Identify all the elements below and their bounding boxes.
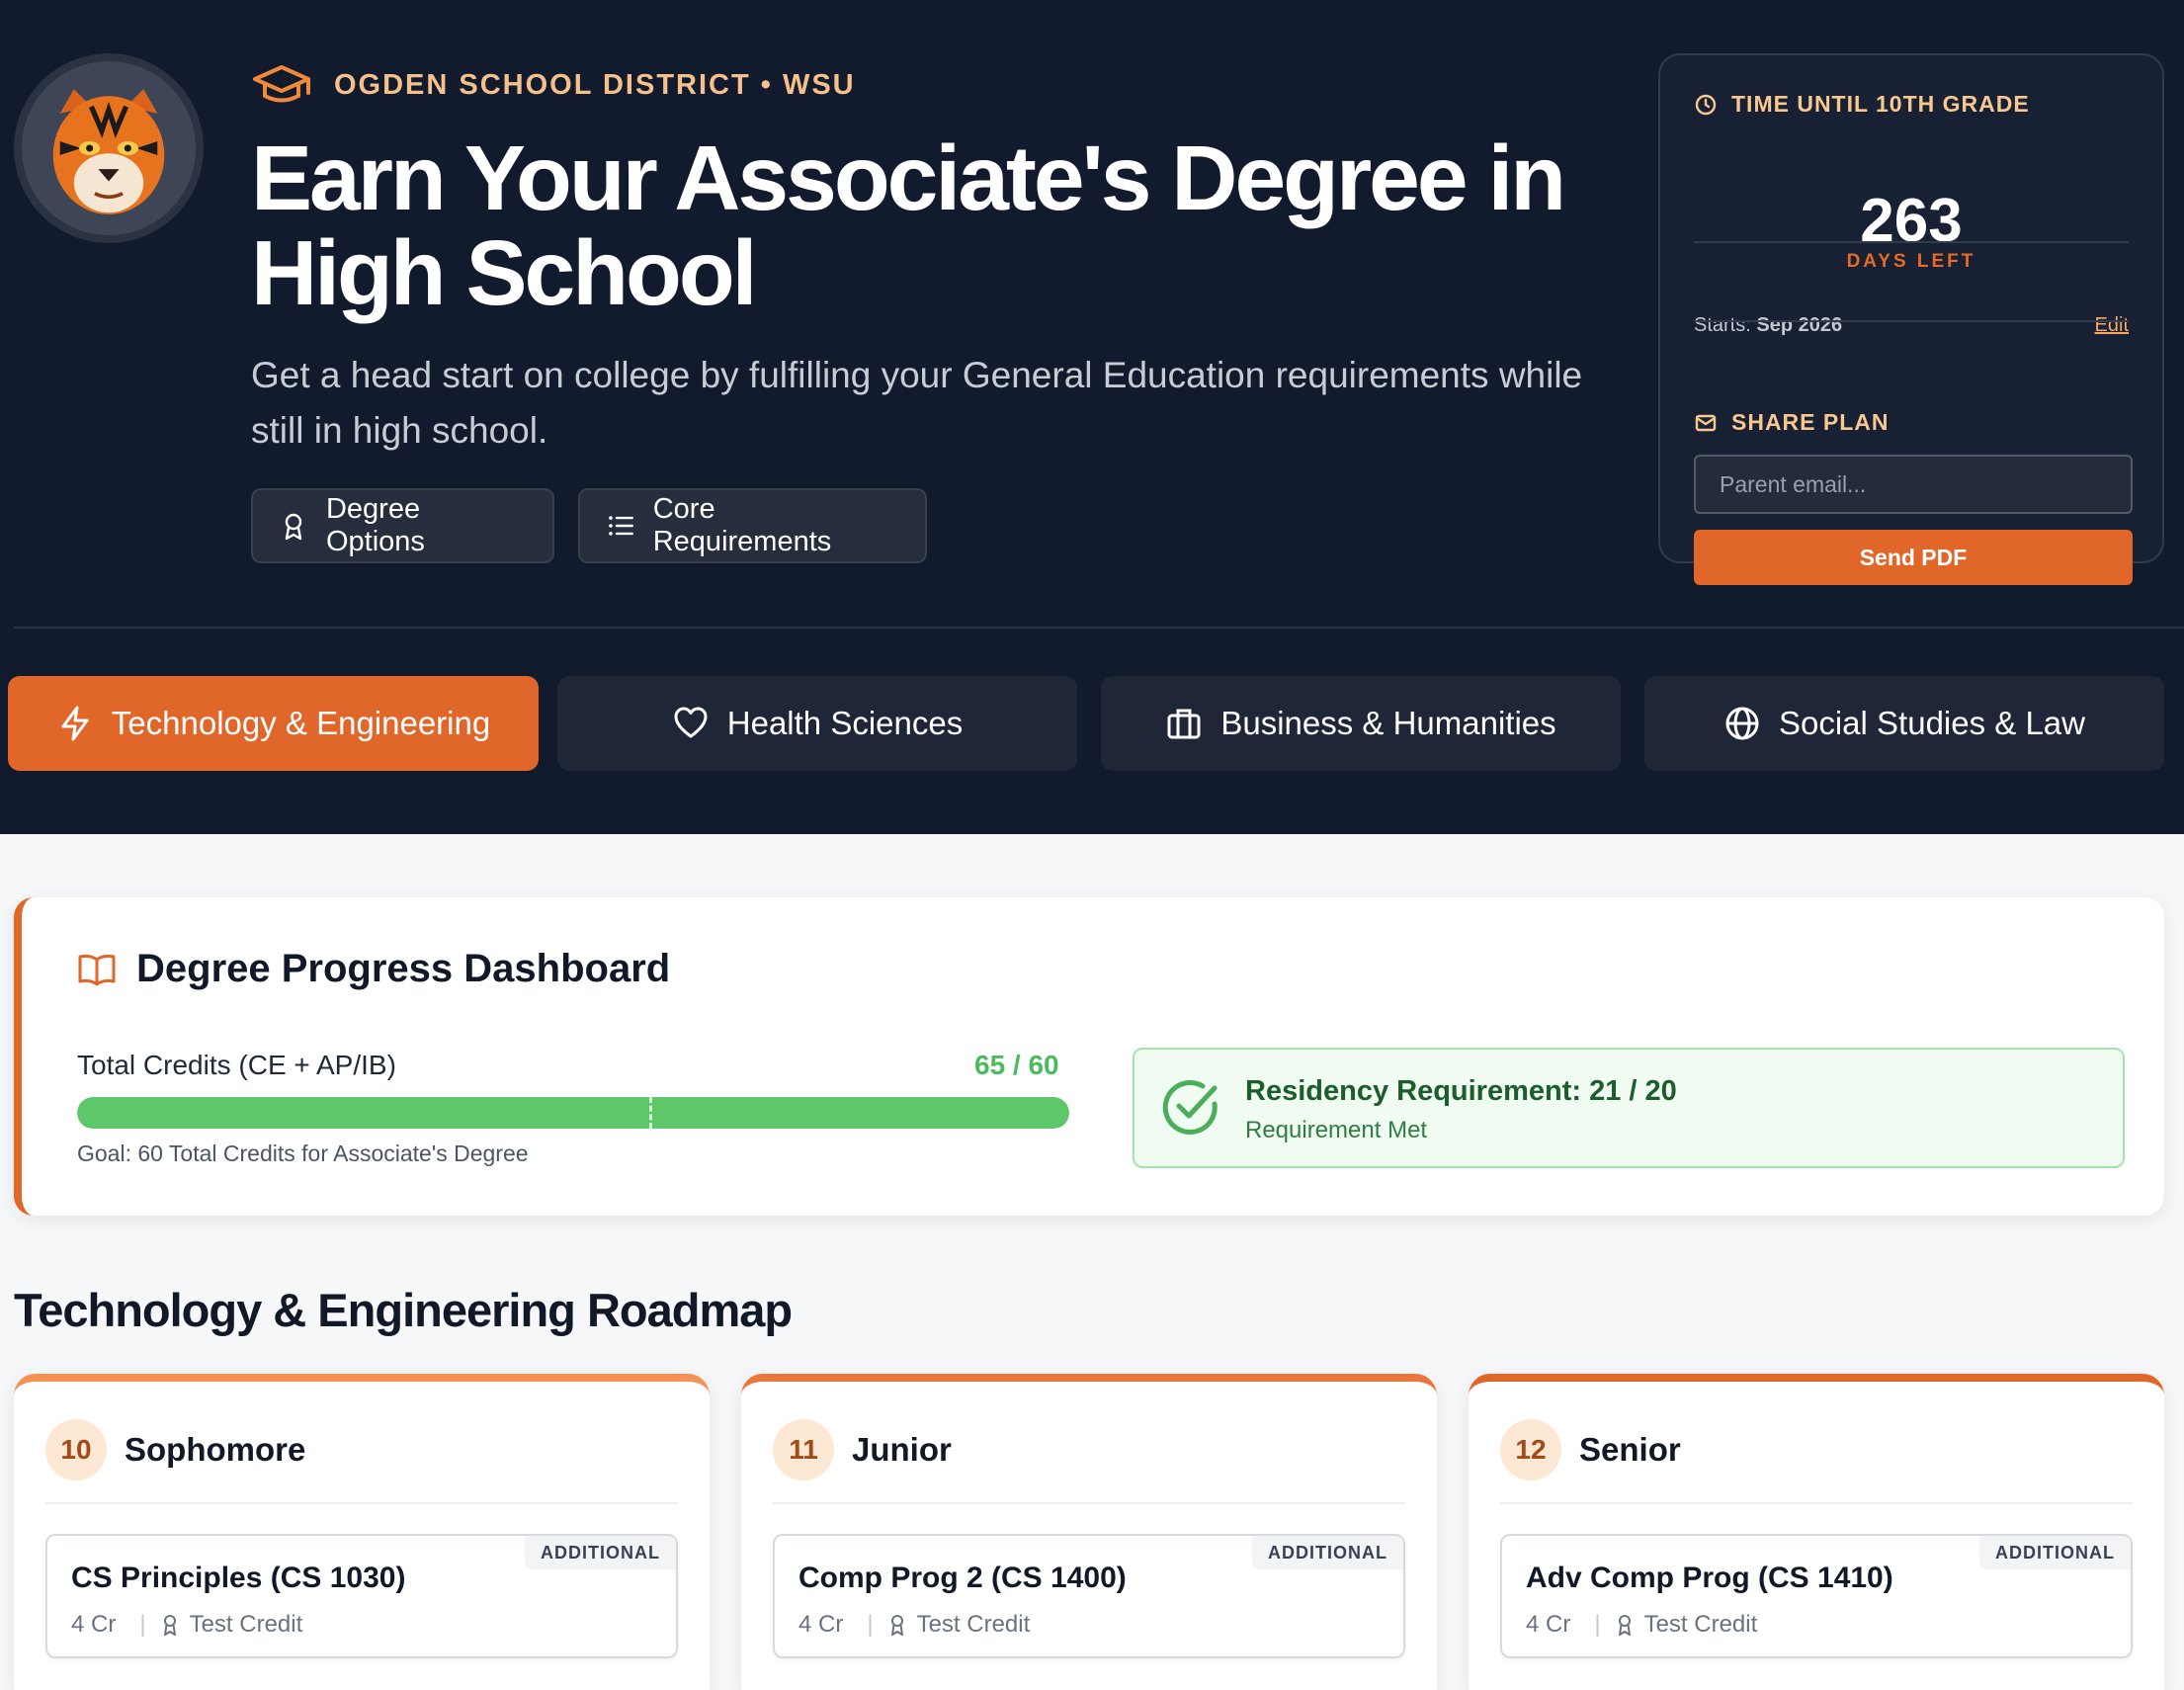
year-card-senior: 12 Senior ADDITIONAL Adv Comp Prog (CS 1…	[1469, 1374, 2164, 1690]
course-name: Comp Prog 2 (CS 1400)	[798, 1562, 1127, 1594]
course-meta: 4 Cr | Test Credit	[1526, 1611, 1757, 1639]
course-card[interactable]: ADDITIONAL CS Principles (CS 1030) 4 Cr …	[45, 1534, 678, 1658]
course-tag: ADDITIONAL	[1252, 1536, 1403, 1569]
dashboard-heading: Degree Progress Dashboard	[77, 947, 670, 991]
send-pdf-button[interactable]: Send PDF	[1694, 530, 2133, 585]
tab-health-sciences[interactable]: Health Sciences	[557, 676, 1077, 771]
degree-options-label: Degree Options	[325, 493, 425, 557]
grade-badge: 10	[45, 1419, 107, 1480]
course-credit-type: Test Credit	[189, 1611, 303, 1638]
grade-badge: 11	[773, 1419, 834, 1480]
course-tag: ADDITIONAL	[525, 1536, 676, 1569]
year-divider	[773, 1502, 1405, 1504]
roadmap-title: Technology & Engineering Roadmap	[14, 1284, 793, 1336]
course-name: Adv Comp Prog (CS 1410)	[1526, 1562, 1893, 1594]
graduation-cap-icon	[253, 65, 310, 103]
total-credits-value: 65 / 60	[974, 1050, 1059, 1080]
start-date-value: Sep 2026	[1756, 314, 1843, 336]
credits-goal-marker	[649, 1097, 653, 1129]
grade-badge: 12	[1500, 1419, 1561, 1480]
course-credit-type: Test Credit	[916, 1611, 1031, 1638]
lightning-icon	[61, 706, 89, 741]
tab-social-studies-law[interactable]: Social Studies & Law	[1644, 676, 2164, 771]
tab-label: Technology & Engineering	[111, 705, 491, 741]
page-subtitle: Get a head start on college by fulfillin…	[251, 355, 1583, 451]
year-card-junior: 11 Junior ADDITIONAL Comp Prog 2 (CS 140…	[741, 1374, 1437, 1690]
award-ribbon-icon	[1618, 1615, 1631, 1636]
tiger-mascot-logo	[14, 53, 204, 243]
briefcase-icon	[1167, 709, 1201, 739]
year-name: Junior	[852, 1431, 952, 1468]
degree-options-button[interactable]: Degree Options	[251, 488, 554, 563]
credits-progress-fill	[77, 1097, 1069, 1129]
degree-progress-dashboard: Degree Progress Dashboard Total Credits …	[14, 897, 2164, 1216]
globe-icon	[1725, 707, 1759, 740]
award-ribbon-icon	[285, 513, 302, 541]
check-circle-icon	[1162, 1080, 1218, 1135]
course-credits: 4 Cr	[71, 1611, 117, 1638]
share-plan-heading-text: SHARE PLAN	[1731, 409, 1890, 435]
award-ribbon-icon	[163, 1615, 176, 1636]
course-credits: 4 Cr	[798, 1611, 844, 1638]
list-icon	[609, 516, 633, 536]
dashboard-title: Degree Progress Dashboard	[136, 947, 671, 990]
share-divider	[1694, 320, 2129, 322]
year-name: Senior	[1579, 1431, 1681, 1468]
year-divider	[45, 1502, 678, 1504]
countdown-heading: TIME UNTIL 10TH GRADE	[1694, 91, 2030, 118]
course-tag: ADDITIONAL	[1979, 1536, 2131, 1569]
meta-separator: |	[1594, 1611, 1601, 1638]
days-left-label: DAYS LEFT	[1846, 251, 1976, 272]
residency-status: Requirement Met	[1245, 1117, 1428, 1143]
course-card[interactable]: ADDITIONAL Comp Prog 2 (CS 1400) 4 Cr | …	[773, 1534, 1405, 1658]
tab-business-humanities[interactable]: Business & Humanities	[1101, 676, 1621, 771]
mail-icon	[1695, 414, 1717, 431]
share-plan-heading: SHARE PLAN	[1694, 409, 1890, 436]
open-book-icon	[78, 954, 116, 985]
parent-email-input[interactable]	[1694, 455, 2133, 514]
clock-icon	[1695, 94, 1717, 115]
tab-label: Business & Humanities	[1220, 705, 1556, 741]
course-credit-type: Test Credit	[1643, 1611, 1758, 1638]
award-ribbon-icon	[890, 1615, 903, 1636]
year-divider	[1500, 1502, 2133, 1504]
course-credits: 4 Cr	[1526, 1611, 1571, 1638]
start-date: Starts: Sep 2026	[1694, 314, 1842, 337]
hero-section: OGDEN SCHOOL DISTRICT • WSU Earn Your As…	[0, 0, 2184, 834]
year-name: Sophomore	[125, 1431, 306, 1468]
days-left-value: 263	[1860, 187, 1963, 255]
district-label: OGDEN SCHOOL DISTRICT • WSU	[251, 63, 856, 107]
residency-requirement-card: Residency Requirement: 21 / 20 Requireme…	[1133, 1048, 2125, 1168]
heart-icon	[674, 707, 708, 738]
meta-separator: |	[139, 1611, 146, 1638]
countdown-divider	[1694, 241, 2129, 243]
meta-separator: |	[867, 1611, 874, 1638]
countdown-card: TIME UNTIL 10TH GRADE 263 DAYS LEFT Star…	[1658, 53, 2164, 585]
edit-start-date-link[interactable]: Edit	[2095, 314, 2129, 337]
hero-divider	[14, 627, 2184, 629]
core-requirements-label: Core Requirements	[652, 493, 832, 557]
page-title: Earn Your Associate's Degree in High Sch…	[251, 127, 1566, 324]
year-card-sophomore: 10 Sophomore ADDITIONAL CS Principles (C…	[14, 1374, 710, 1690]
core-requirements-button[interactable]: Core Requirements	[578, 488, 927, 563]
course-meta: 4 Cr | Test Credit	[798, 1611, 1030, 1639]
total-credits-label: Total Credits (CE + AP/IB)	[77, 1050, 396, 1080]
credits-progress-bar	[77, 1097, 1069, 1129]
course-meta: 4 Cr | Test Credit	[71, 1611, 302, 1639]
tab-label: Health Sciences	[726, 705, 964, 741]
residency-title: Residency Requirement: 21 / 20	[1245, 1075, 1677, 1107]
course-card[interactable]: ADDITIONAL Adv Comp Prog (CS 1410) 4 Cr …	[1500, 1534, 2133, 1658]
district-name: OGDEN SCHOOL DISTRICT • WSU	[334, 68, 856, 101]
countdown-heading-text: TIME UNTIL 10TH GRADE	[1731, 91, 2030, 117]
credits-goal-text: Goal: 60 Total Credits for Associate's D…	[77, 1141, 529, 1166]
course-name: CS Principles (CS 1030)	[71, 1562, 406, 1594]
tab-label: Social Studies & Law	[1778, 705, 2085, 741]
start-date-label: Starts:	[1694, 314, 1751, 336]
tab-technology-engineering[interactable]: Technology & Engineering	[8, 676, 539, 771]
